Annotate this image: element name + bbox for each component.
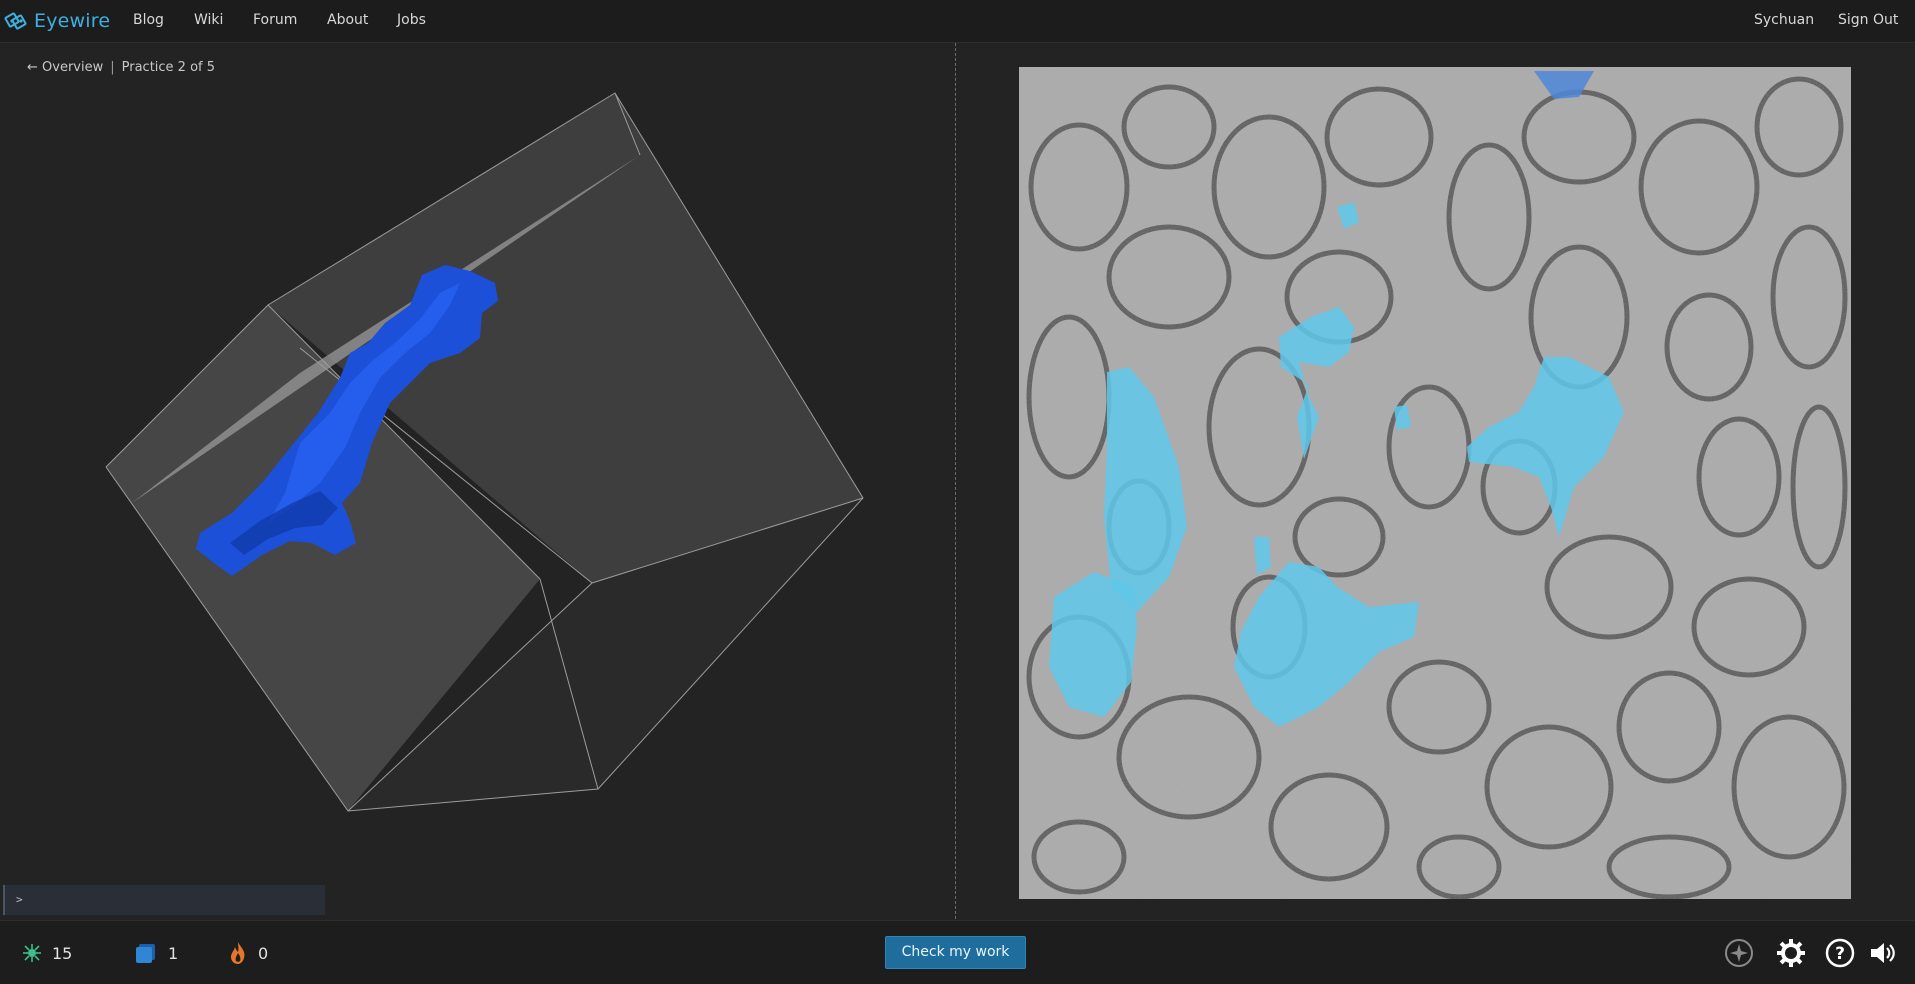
points-stat: 15 <box>22 941 72 965</box>
3d-cube-view[interactable] <box>0 43 955 919</box>
nav-blog[interactable]: Blog <box>133 12 164 28</box>
streak-stat: 0 <box>228 941 268 965</box>
flame-icon <box>231 942 245 964</box>
eyewire-logo-icon <box>4 12 27 30</box>
em-slice-view[interactable] <box>1019 67 1851 899</box>
check-my-work-button[interactable]: Check my work <box>885 936 1026 969</box>
cubes-stat: 1 <box>134 941 178 965</box>
username-link[interactable]: Sychuan <box>1754 12 1814 28</box>
console-prompt: > <box>16 893 23 906</box>
practice-progress-label: Practice 2 of 5 <box>121 60 216 75</box>
nav-wiki[interactable]: Wiki <box>194 12 223 28</box>
chat-console-input[interactable]: > <box>3 885 325 915</box>
cube-icon <box>136 944 155 963</box>
nav-forum[interactable]: Forum <box>253 12 297 28</box>
panel-divider <box>955 43 956 919</box>
top-navigation-bar: Eyewire Blog Wiki Forum About Jobs Sychu… <box>0 0 1915 43</box>
em-slice-image[interactable] <box>1019 67 1851 899</box>
3d-viewer-panel[interactable]: ← Overview | Practice 2 of 5 > <box>0 43 955 919</box>
breadcrumb-separator: | <box>110 60 115 75</box>
streak-value: 0 <box>258 943 269 963</box>
cubes-value: 1 <box>168 943 179 963</box>
points-value: 15 <box>52 943 73 963</box>
nav-jobs[interactable]: Jobs <box>397 12 426 28</box>
back-to-overview-link[interactable]: ← Overview <box>27 60 103 75</box>
nav-about[interactable]: About <box>327 12 368 28</box>
gear-icon[interactable] <box>1775 937 1807 969</box>
sound-icon[interactable] <box>1866 937 1898 969</box>
eyewire-logo[interactable]: Eyewire <box>4 6 110 36</box>
bottom-toolbar: 15 1 0 Check my work ? <box>0 920 1915 984</box>
sign-out-link[interactable]: Sign Out <box>1838 12 1898 28</box>
svg-text:?: ? <box>1835 944 1845 964</box>
neuron-icon <box>23 944 41 962</box>
help-icon[interactable]: ? <box>1824 937 1856 969</box>
logo-wordmark: Eyewire <box>34 10 111 32</box>
compass-icon[interactable] <box>1723 937 1755 969</box>
breadcrumb: ← Overview | Practice 2 of 5 <box>27 60 215 75</box>
